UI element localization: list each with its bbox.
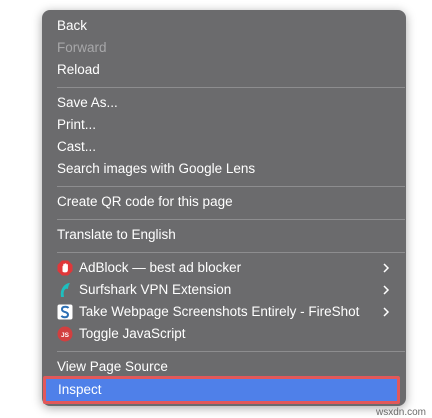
context-menu: Back Forward Reload Save As... Print... … [42, 10, 406, 406]
menu-item-label: Take Webpage Screenshots Entirely - Fire… [79, 304, 360, 319]
menu-item-label: Inspect [58, 382, 102, 397]
menu-separator [57, 87, 405, 88]
menu-item-create-qr[interactable]: Create QR code for this page [42, 191, 406, 213]
menu-separator [57, 252, 405, 253]
menu-item-toggle-javascript[interactable]: JS Toggle JavaScript [42, 323, 406, 345]
menu-separator [57, 186, 405, 187]
chevron-right-icon [382, 257, 390, 279]
menu-item-label: Cast... [57, 139, 97, 154]
menu-separator [57, 219, 405, 220]
menu-item-save-as[interactable]: Save As... [42, 92, 406, 114]
menu-item-label: AdBlock — best ad blocker [79, 260, 242, 275]
chevron-right-icon [382, 279, 390, 301]
fireshot-icon [57, 304, 73, 320]
menu-item-translate[interactable]: Translate to English [42, 224, 406, 246]
menu-item-surfshark[interactable]: Surfshark VPN Extension [42, 279, 406, 301]
menu-item-google-lens[interactable]: Search images with Google Lens [42, 158, 406, 180]
menu-item-label: Create QR code for this page [57, 194, 233, 209]
menu-item-label: Translate to English [57, 227, 176, 242]
menu-item-label: Forward [57, 40, 107, 55]
menu-item-label: Print... [57, 117, 97, 132]
menu-item-adblock[interactable]: AdBlock — best ad blocker [42, 257, 406, 279]
menu-item-label: Surfshark VPN Extension [79, 282, 232, 297]
menu-item-label: Search images with Google Lens [57, 161, 256, 176]
menu-item-back[interactable]: Back [42, 15, 406, 37]
menu-item-label: Save As... [57, 95, 118, 110]
menu-item-label: Reload [57, 62, 100, 77]
adblock-icon [57, 260, 73, 276]
menu-separator [57, 351, 405, 352]
menu-item-print[interactable]: Print... [42, 114, 406, 136]
menu-item-view-page-source[interactable]: View Page Source [42, 356, 406, 378]
menu-item-reload[interactable]: Reload [42, 59, 406, 81]
menu-item-fireshot[interactable]: Take Webpage Screenshots Entirely - Fire… [42, 301, 406, 323]
menu-item-label: Toggle JavaScript [79, 326, 186, 341]
watermark: wsxdn.com [375, 407, 426, 418]
menu-item-cast[interactable]: Cast... [42, 136, 406, 158]
surfshark-icon [57, 282, 73, 298]
toggle-js-icon: JS [57, 326, 73, 342]
toggle-js-badge: JS [61, 332, 70, 339]
menu-item-inspect[interactable]: Inspect [43, 376, 400, 404]
menu-item-label: View Page Source [57, 359, 168, 374]
chevron-right-icon [382, 301, 390, 323]
menu-item-label: Back [57, 18, 88, 33]
menu-item-forward: Forward [42, 37, 406, 59]
